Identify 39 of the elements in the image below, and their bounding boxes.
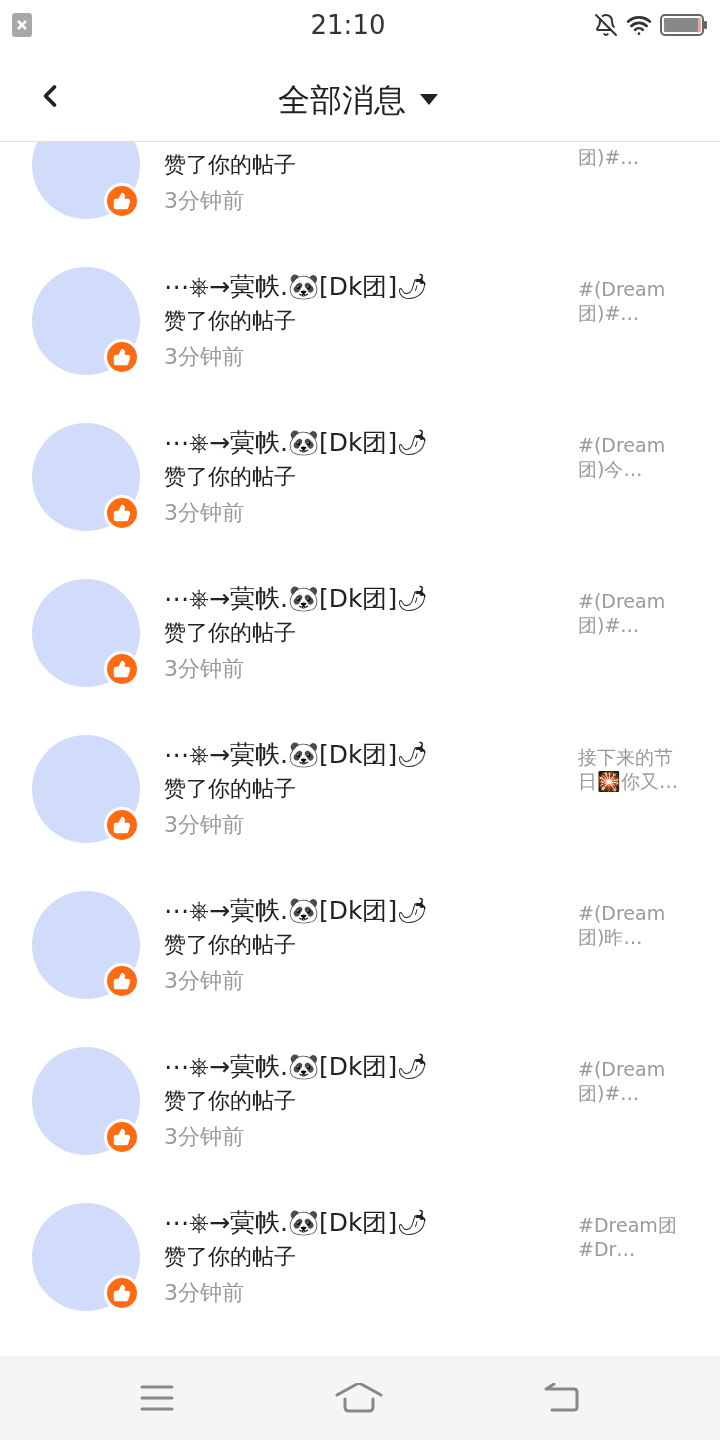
action-text: 赞了你的帖子 (164, 775, 297, 803)
user-name[interactable]: ⋯⎈→蓂帙.🐼[Dk团]🌶 (164, 269, 554, 305)
thumbs-up-icon (113, 1284, 131, 1302)
battery-icon (660, 14, 708, 36)
time-text: 3分钟前 (164, 1279, 245, 1307)
thumbs-up-icon (113, 1128, 131, 1146)
time-text: 3分钟前 (164, 187, 245, 215)
user-name[interactable]: ⋯⎈→蓂帙.🐼[Dk团]🌶 (164, 893, 554, 929)
time-text: 3分钟前 (164, 1123, 245, 1151)
user-name[interactable]: ⋯⎈→蓂帙.🐼[Dk团]🌶 (164, 425, 554, 461)
menu-icon[interactable] (140, 1385, 175, 1411)
action-text: 赞了你的帖子 (164, 463, 297, 491)
thumbs-up-icon (113, 348, 131, 366)
thumbs-up-icon (113, 816, 131, 834)
user-name[interactable]: ⋯⎈→蓂帙.🐼[Dk团]🌶 (164, 1049, 554, 1085)
action-text: 赞了你的帖子 (164, 1087, 297, 1115)
notification-icon (12, 13, 32, 37)
user-name[interactable]: ⋯⎈→蓂帙.🐼[Dk团]🌶 (164, 737, 554, 773)
user-name[interactable]: ⋯⎈→蓂帙.🐼[Dk团]🌶 (164, 1205, 554, 1241)
time-text: 3分钟前 (164, 655, 245, 683)
title-dropdown[interactable]: 全部消息 (278, 76, 438, 124)
home-icon[interactable] (335, 1383, 383, 1413)
bell-off-icon (594, 13, 618, 37)
time-text: 3分钟前 (164, 811, 245, 839)
action-text: 赞了你的帖子 (164, 1243, 297, 1271)
thumbs-up-icon (113, 972, 131, 990)
action-text: 赞了你的帖子 (164, 307, 297, 335)
thumbs-up-icon (113, 660, 131, 678)
action-text: 赞了你的帖子 (164, 151, 297, 179)
time-text: 3分钟前 (164, 967, 245, 995)
user-name[interactable]: ⋯⎈→蓂帙.🐼[Dk团]🌶 (164, 581, 554, 617)
status-time: 21:10 (310, 8, 386, 42)
caret-icon[interactable] (420, 94, 438, 106)
thumbs-up-icon (113, 192, 131, 210)
action-text: 赞了你的帖子 (164, 619, 297, 647)
thumbs-up-icon (113, 504, 131, 522)
time-text: 3分钟前 (164, 343, 245, 371)
time-text: 3分钟前 (164, 499, 245, 527)
action-text: 赞了你的帖子 (164, 931, 297, 959)
